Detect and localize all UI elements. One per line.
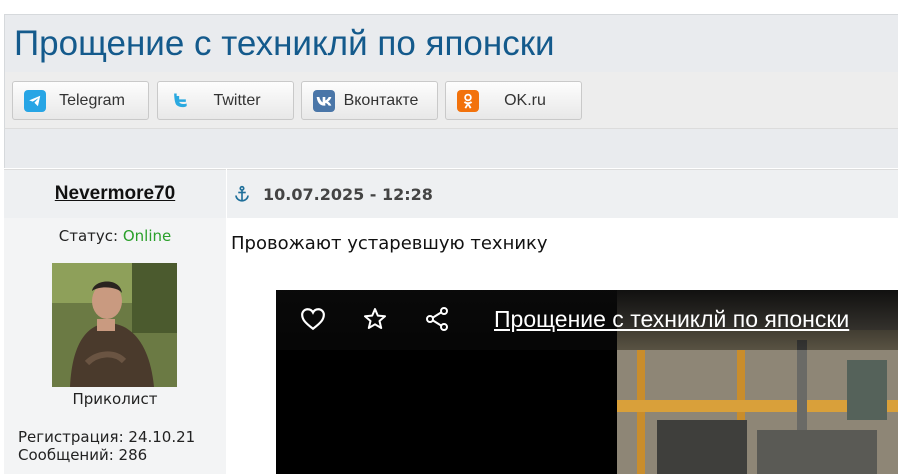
share-vk-label: Вконтакте bbox=[343, 91, 419, 109]
topic-controls-bar bbox=[4, 128, 898, 168]
favorite-icon[interactable] bbox=[360, 304, 390, 334]
post-author-header: Nevermore70 bbox=[4, 169, 226, 218]
share-bar: Telegram Twitter Вконтакте OK.ru bbox=[4, 72, 898, 128]
vk-icon bbox=[313, 89, 335, 112]
author-name-link[interactable]: Nevermore70 bbox=[55, 183, 175, 205]
avatar[interactable] bbox=[52, 263, 177, 387]
status-label: Статус: bbox=[58, 227, 119, 245]
post-body: Провожают устаревшую технику Прощение с … bbox=[227, 218, 898, 474]
post-header: 10.07.2025 - 12:28 bbox=[227, 169, 898, 218]
topic-title: Прощение с техниклй по японски bbox=[14, 24, 555, 63]
share-twitter-button[interactable]: Twitter bbox=[157, 81, 294, 120]
like-icon[interactable] bbox=[298, 304, 328, 334]
share-ok-button[interactable]: OK.ru bbox=[445, 81, 582, 120]
share-telegram-label: Telegram bbox=[59, 91, 125, 109]
video-topbar: Прощение с техниклй по японски bbox=[276, 290, 898, 350]
share-icon[interactable] bbox=[422, 304, 452, 334]
post-date: 10.07.2025 - 12:28 bbox=[263, 184, 433, 204]
anchor-icon[interactable] bbox=[233, 185, 251, 203]
twitter-icon bbox=[169, 90, 191, 112]
user-status: Статус: Online bbox=[4, 227, 226, 245]
status-online-value: Online bbox=[122, 227, 172, 245]
user-rank: Приколист bbox=[72, 390, 158, 408]
telegram-icon bbox=[24, 89, 46, 112]
user-registration: Регистрация: 24.10.21 bbox=[18, 428, 196, 446]
user-message-count: Сообщений: 286 bbox=[18, 446, 148, 464]
share-vk-button[interactable]: Вконтакте bbox=[301, 81, 438, 120]
topic-header: Прощение с техниклй по японски bbox=[4, 14, 898, 72]
video-title-link[interactable]: Прощение с техниклй по японски bbox=[494, 306, 849, 333]
post-text: Провожают устаревшую технику bbox=[231, 233, 548, 254]
odnoklassniki-icon bbox=[457, 89, 479, 112]
share-telegram-button[interactable]: Telegram bbox=[12, 81, 149, 120]
share-ok-label: OK.ru bbox=[504, 91, 546, 109]
share-twitter-label: Twitter bbox=[213, 91, 261, 109]
author-panel: Статус: Online Приколист Регистрация: 24… bbox=[4, 218, 226, 474]
video-embed[interactable]: Прощение с техниклй по японски bbox=[276, 290, 898, 474]
